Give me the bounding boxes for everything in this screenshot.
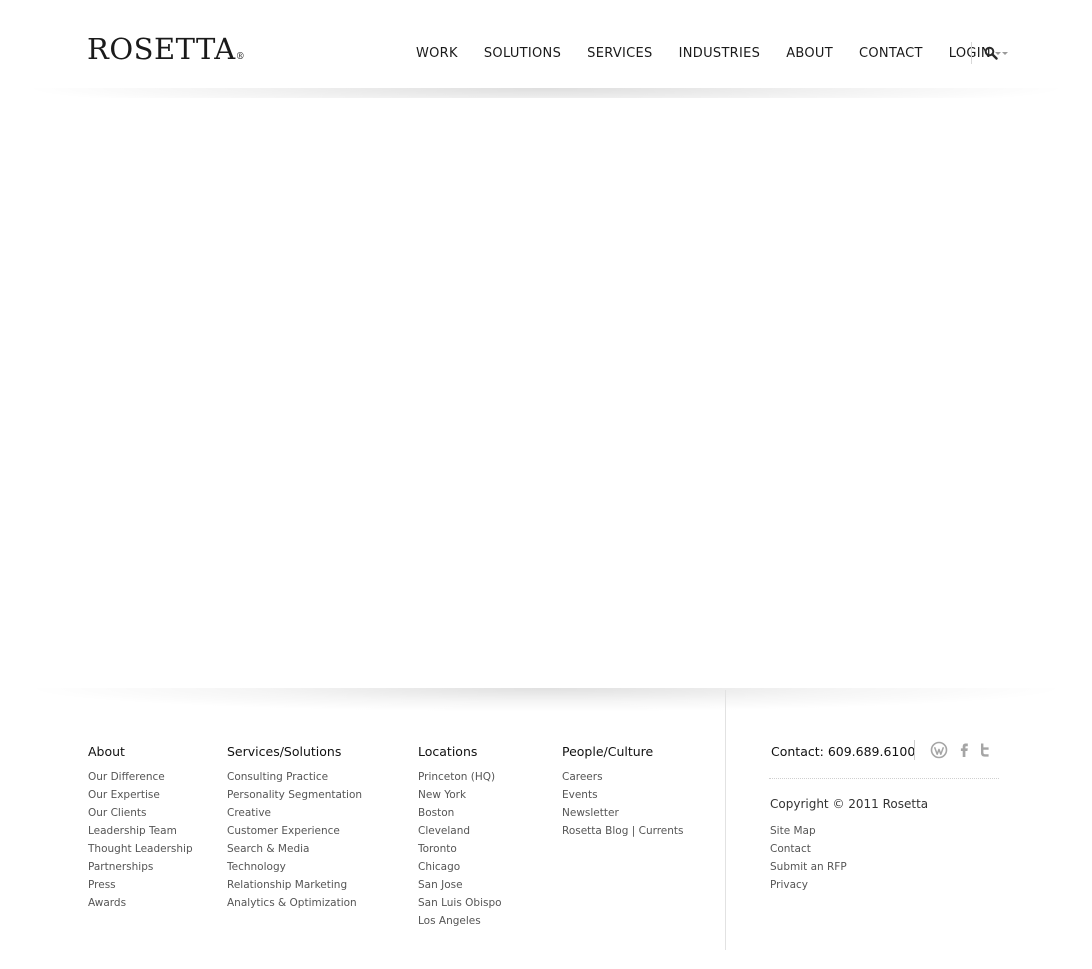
footer-link[interactable]: Awards	[88, 894, 193, 912]
nav-work[interactable]: WORK	[416, 46, 458, 61]
footer-link[interactable]: Partnerships	[88, 858, 193, 876]
footer-link[interactable]: Consulting Practice	[227, 768, 362, 786]
facebook-icon[interactable]	[955, 741, 973, 759]
footer-link[interactable]: Personality Segmentation	[227, 786, 362, 804]
submit-rfp-link[interactable]: Submit an RFP	[770, 858, 847, 876]
content-shadow	[20, 688, 1072, 712]
footer-divider	[725, 690, 726, 950]
nav-services[interactable]: SERVICES	[587, 46, 652, 61]
nav-contact[interactable]: CONTACT	[859, 46, 923, 61]
footer-link[interactable]: Technology	[227, 858, 362, 876]
footer-link[interactable]: Press	[88, 876, 193, 894]
footer-column-title: People/Culture	[562, 744, 654, 759]
search-icon	[984, 46, 998, 60]
footer-link[interactable]: Analytics & Optimization	[227, 894, 362, 912]
nav-about[interactable]: ABOUT	[786, 46, 833, 61]
footer-column-locations: Locations Princeton (HQ) New York Boston…	[418, 744, 502, 930]
footer-column-about: About Our Difference Our Expertise Our C…	[88, 744, 193, 912]
social-divider	[914, 740, 915, 760]
footer-link[interactable]: Leadership Team	[88, 822, 193, 840]
footer-link[interactable]: San Jose	[418, 876, 502, 894]
footer-link[interactable]: Relationship Marketing	[227, 876, 362, 894]
footer-column-title: About	[88, 744, 125, 759]
legal-links: Site Map Contact Submit an RFP Privacy	[770, 822, 847, 894]
contact-phone: Contact: 609.689.6100	[771, 744, 916, 759]
copyright-text: Copyright © 2011 Rosetta	[770, 797, 929, 811]
footer-link[interactable]: Toronto	[418, 840, 502, 858]
footer-link[interactable]: Cleveland	[418, 822, 502, 840]
footer-link[interactable]: Los Angeles	[418, 912, 502, 930]
twitter-icon[interactable]	[976, 741, 994, 759]
footer-link[interactable]: Our Difference	[88, 768, 193, 786]
footer-link[interactable]: Search & Media	[227, 840, 362, 858]
nav-industries[interactable]: INDUSTRIES	[679, 46, 761, 61]
footer-link[interactable]: San Luis Obispo	[418, 894, 502, 912]
site-map-link[interactable]: Site Map	[770, 822, 847, 840]
footer-link[interactable]: Thought Leadership	[88, 840, 193, 858]
privacy-link[interactable]: Privacy	[770, 876, 847, 894]
footer-link[interactable]: Boston	[418, 804, 502, 822]
nav-divider	[971, 42, 972, 64]
footer-link[interactable]: Events	[562, 786, 684, 804]
footer-link[interactable]: Creative	[227, 804, 362, 822]
registered-mark: ®	[235, 52, 246, 62]
footer-column-title: Services/Solutions	[227, 744, 342, 759]
main-nav: WORK SOLUTIONS SERVICES INDUSTRIES ABOUT…	[416, 43, 1001, 63]
dropdown-arrow-icon	[1002, 51, 1008, 55]
footer-link[interactable]: Customer Experience	[227, 822, 362, 840]
footer-link[interactable]: Newsletter	[562, 804, 684, 822]
footer-column-services: Services/Solutions Consulting Practice P…	[227, 744, 362, 912]
footer-link[interactable]: Our Expertise	[88, 786, 193, 804]
search-button[interactable]	[984, 44, 1008, 62]
footer-link[interactable]: Rosetta Blog | Currents	[562, 822, 684, 840]
rosetta-logo[interactable]: ROSETTA®	[87, 31, 245, 75]
footer-link[interactable]: Careers	[562, 768, 684, 786]
footer-column-people: People/Culture Careers Events Newsletter…	[562, 744, 684, 840]
footer-link[interactable]: New York	[418, 786, 502, 804]
contact-link[interactable]: Contact	[770, 840, 847, 858]
footer-column-title: Locations	[418, 744, 478, 759]
footer-link[interactable]: Chicago	[418, 858, 502, 876]
main-content-area	[0, 98, 1092, 690]
site-header: ROSETTA® WORK SOLUTIONS SERVICES INDUSTR…	[0, 0, 1092, 98]
footer-link[interactable]: Princeton (HQ)	[418, 768, 502, 786]
nav-solutions[interactable]: SOLUTIONS	[484, 46, 561, 61]
footer-dotted-divider	[769, 778, 999, 779]
wordpress-icon[interactable]	[930, 741, 948, 759]
footer-link[interactable]: Our Clients	[88, 804, 193, 822]
